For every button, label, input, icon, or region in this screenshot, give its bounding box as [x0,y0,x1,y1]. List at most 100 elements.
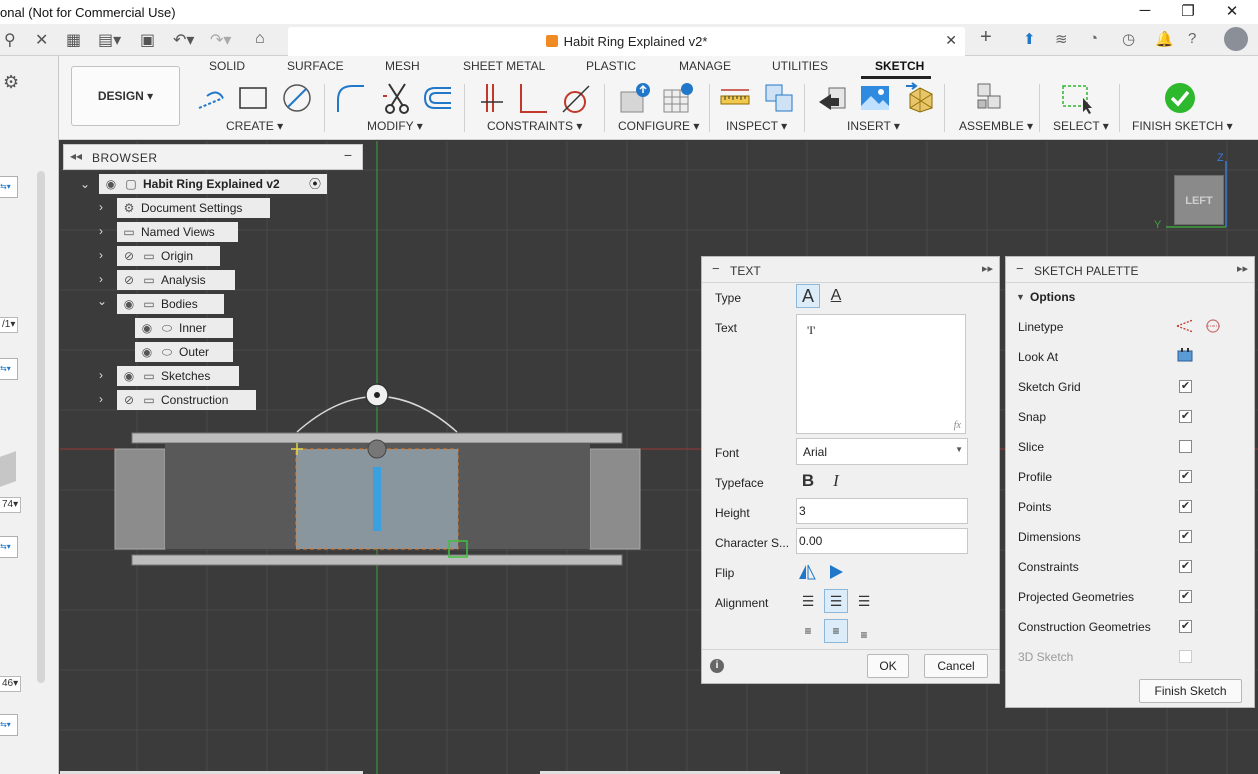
insert-mesh-icon[interactable] [904,82,936,114]
browser-item-named-views[interactable]: ▭ Named Views [117,222,238,242]
type-text-on-path-button[interactable]: A [824,284,848,308]
left-scrollbar[interactable] [37,171,45,683]
browser-item-outer[interactable]: ◉ ⬭ Outer [135,342,233,362]
close-panel-icon[interactable]: ✕ [35,30,48,50]
offset-tool-icon[interactable] [421,82,453,114]
redo-icon[interactable]: ↷▾ [210,30,231,50]
history-icon[interactable]: ◷ [1122,30,1135,48]
left-chip-6[interactable]: 46▾ [0,676,22,692]
browser-item-bodies[interactable]: ◉ ▭ Bodies [117,294,224,314]
cancel-button[interactable]: Cancel [924,654,988,678]
finish-sketch-check-icon[interactable] [1164,82,1196,114]
eye-hidden-icon[interactable]: ⊘ [121,270,137,290]
tab-mesh[interactable]: MESH [385,59,420,73]
centerline-linetype-icon[interactable] [1205,318,1221,334]
sketch-grid-checkbox[interactable]: ✔ [1179,380,1192,393]
flip-horizontal-icon[interactable] [798,564,816,580]
interference-icon[interactable] [763,82,795,114]
eye-icon[interactable]: ◉ [103,174,119,194]
gear-icon[interactable]: ⚙ [3,72,19,93]
align-right-icon[interactable]: ☰ [852,589,876,613]
configure-menu[interactable]: CONFIGURE ▾ [618,119,699,133]
left-chip-3[interactable]: ⇆▾ [0,358,18,380]
align-left-icon[interactable]: ☰ [796,589,820,613]
workspace-design-button[interactable]: DESIGN ▾ [71,66,180,126]
character-spacing-input[interactable]: 0.00 [796,528,968,554]
profile-checkbox[interactable]: ✔ [1179,470,1192,483]
perpendicular-constraint-icon[interactable] [517,82,549,114]
chevron-right-icon[interactable]: › [99,200,103,214]
select-menu[interactable]: SELECT ▾ [1053,119,1109,133]
fillet-tool-icon[interactable] [334,82,366,114]
coincident-constraint-icon[interactable] [477,82,509,114]
measure-ruler-icon[interactable] [719,82,751,114]
line-tool-icon[interactable] [195,82,227,114]
configure-table-icon[interactable] [619,82,651,114]
assemble-menu[interactable]: ASSEMBLE ▾ [959,119,1033,133]
browser-item-analysis[interactable]: ⊘ ▭ Analysis [117,270,235,290]
constraints-checkbox[interactable]: ✔ [1179,560,1192,573]
tab-sketch[interactable]: SKETCH [875,59,924,73]
create-menu[interactable]: CREATE ▾ [226,119,283,133]
constraints-menu[interactable]: CONSTRAINTS ▾ [487,119,582,133]
new-tab-button[interactable]: + [980,26,992,49]
construction-linetype-icon[interactable] [1176,318,1194,334]
left-chip-1[interactable]: ⇆▾ [0,176,18,198]
collapse-palette-icon[interactable]: − [1016,261,1024,276]
online-status-icon[interactable]: ◔ [1089,30,1098,47]
viewcube[interactable]: LEFT [1174,175,1224,225]
align-bottom-icon[interactable]: ≡ [852,623,876,647]
dimensions-checkbox[interactable]: ✔ [1179,530,1192,543]
chevron-down-icon[interactable]: ⌄ [97,294,107,308]
eye-hidden-icon[interactable]: ⊘ [121,390,137,410]
undo-icon[interactable]: ↶▾ [173,30,194,50]
chevron-right-icon[interactable]: › [99,248,103,262]
align-top-icon[interactable]: ≡ [796,619,820,643]
flip-vertical-icon[interactable] [828,564,844,580]
ok-button[interactable]: OK [867,654,909,678]
align-center-icon[interactable]: ☰ [824,589,848,613]
left-chip-4[interactable]: 74▾ [0,497,22,513]
modify-menu[interactable]: MODIFY ▾ [367,119,423,133]
look-at-icon[interactable] [1177,348,1193,362]
browser-item-inner[interactable]: ◉ ⬭ Inner [135,318,233,338]
grid-menu-icon[interactable]: ▦ [66,30,81,50]
eye-icon[interactable]: ◉ [139,318,155,338]
job-status-icon[interactable]: ≋ [1055,30,1068,48]
browser-item-construction[interactable]: ⊘ ▭ Construction [117,390,256,410]
insert-derive-icon[interactable] [817,82,849,114]
minimize-button[interactable]: ─ [1135,2,1155,19]
font-select[interactable]: Arial ▼ [796,438,968,465]
inspect-menu[interactable]: INSPECT ▾ [726,119,787,133]
configure-rules-icon[interactable] [662,82,694,114]
close-tab-icon[interactable]: ✕ [945,32,957,49]
eye-hidden-icon[interactable]: ⊘ [121,246,137,266]
browser-item-origin[interactable]: ⊘ ▭ Origin [117,246,220,266]
search-icon[interactable]: ⚲ [4,30,16,50]
browser-item-root[interactable]: ◉ ▢ Habit Ring Explained v2 ⦿ [99,174,327,194]
left-chip-5[interactable]: ⇆▾ [0,536,18,558]
info-icon[interactable]: i [710,659,724,673]
document-tab[interactable]: Habit Ring Explained v2* ✕ [288,27,965,56]
collapse-dialog-icon[interactable]: − [712,261,720,276]
tangent-constraint-icon[interactable] [559,82,591,114]
browser-collapse-icon[interactable]: ◂◂ [70,149,82,163]
activate-radio-icon[interactable]: ⦿ [309,174,321,194]
finish-sketch-button[interactable]: Finish Sketch [1139,679,1242,703]
italic-button[interactable]: I [824,469,848,493]
home-icon[interactable]: ⌂ [255,30,265,48]
height-input[interactable]: 3 [796,498,968,524]
text-input[interactable]: 'I' fx [796,314,966,434]
eye-icon[interactable]: ◉ [121,294,137,314]
assemble-component-icon[interactable] [974,82,1006,114]
projected-geometries-checkbox[interactable]: ✔ [1179,590,1192,603]
eye-icon[interactable]: ◉ [121,366,137,386]
tab-manage[interactable]: MANAGE [679,59,731,73]
browser-minimize-button[interactable]: − [344,147,352,163]
extensions-icon[interactable]: ⬆ [1023,30,1036,48]
chevron-right-icon[interactable]: › [99,392,103,406]
tab-utilities[interactable]: UTILITIES [772,59,828,73]
chevron-right-icon[interactable]: › [99,224,103,238]
trim-scissors-icon[interactable] [381,82,413,114]
restore-button[interactable]: ❐ [1178,2,1198,20]
